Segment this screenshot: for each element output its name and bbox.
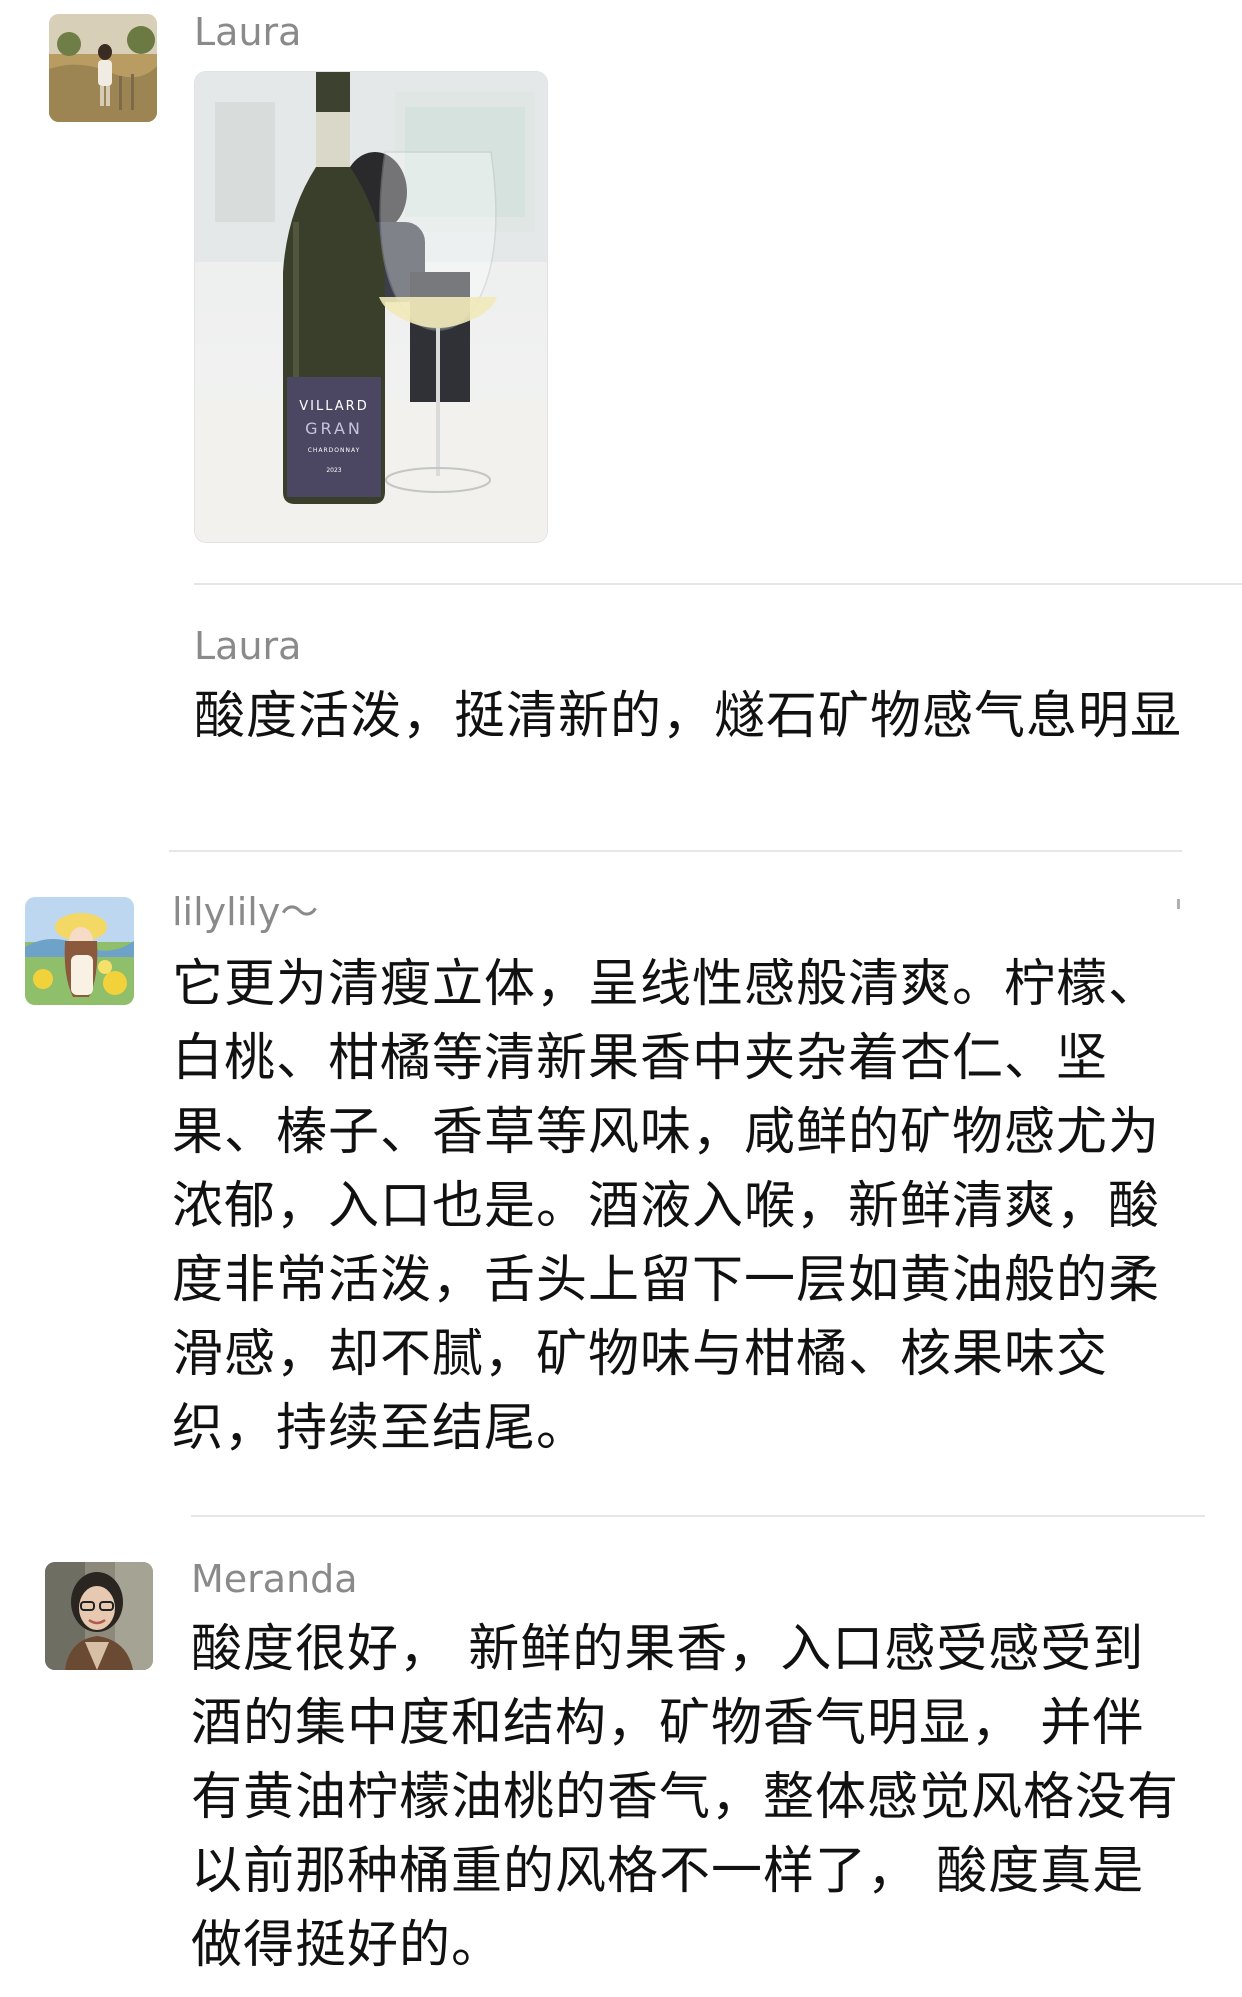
message-divider [191,1515,1205,1517]
avatar-laura-image [49,14,157,122]
wine-bottle-glass-image: VILLARD GRAN CHARDONNAY 2023 [195,72,547,542]
sender-name: lilylily～ [172,890,319,934]
avatar-meranda-image [45,1562,153,1670]
avatar-laura[interactable] [49,14,157,122]
avatar-lilylily-image [25,897,134,1005]
sender-name: Laura [194,10,302,54]
message-text: 它更为清瘦立体，呈线性感般清爽。柠檬、白桃、柑橘等清新果香中夹杂着杏仁、坚果、榛… [172,955,1161,1458]
sender-name: Meranda [191,1557,358,1601]
sender-name: Laura [194,624,302,668]
avatar-meranda[interactable] [45,1562,153,1670]
message-divider [194,583,1242,585]
avatar-lilylily[interactable] [25,897,134,1005]
message-text: 酸度很好， 新鲜的果香，入口感受感受到酒的集中度和结构，矿物香气明显， 并伴有黄… [191,1620,1180,1975]
bottle-label-variety: CHARDONNAY [308,447,361,454]
message-text: 酸度活泼，挺清新的，燧石矿物感气息明显 [194,687,1183,746]
wine-photo[interactable]: VILLARD GRAN CHARDONNAY 2023 [194,71,548,543]
bottle-label-brand: VILLARD [299,399,368,414]
message-divider [169,850,1182,852]
bottle-label-line: GRAN [305,419,363,438]
read-indicator-icon [1177,899,1180,909]
bottle-label-vintage: 2023 [326,467,341,474]
